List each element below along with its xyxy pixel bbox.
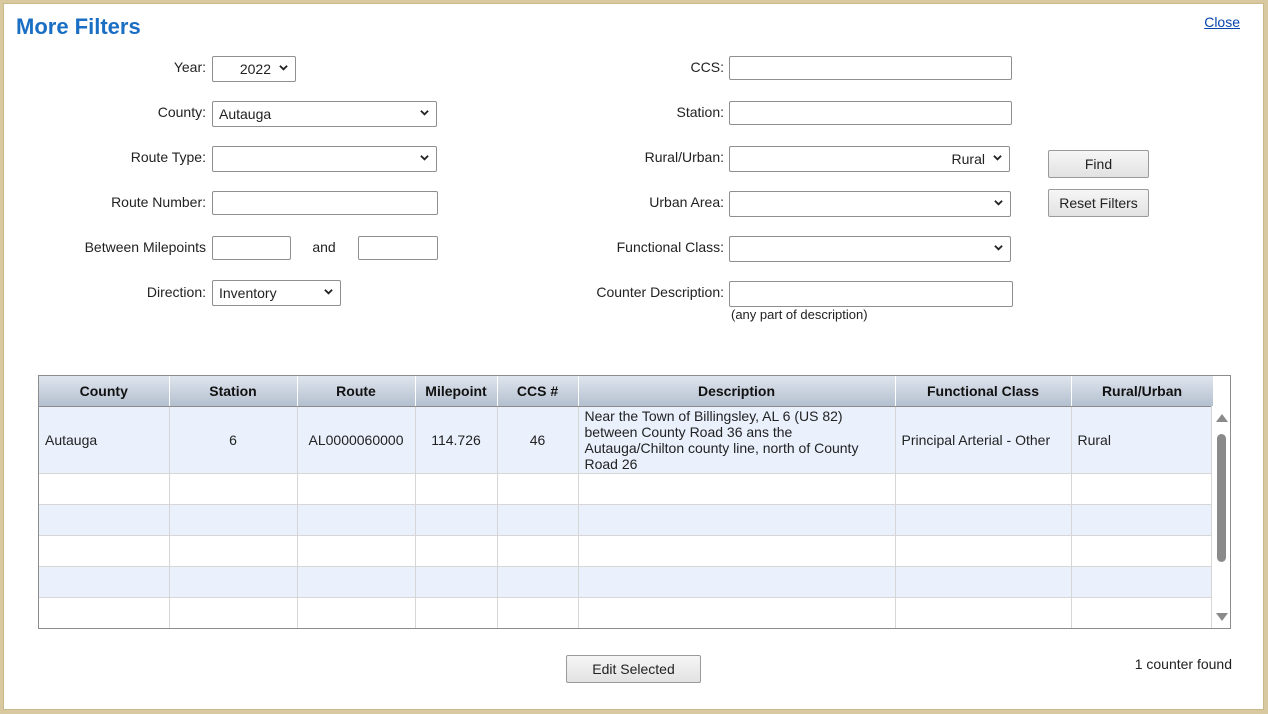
direction-select[interactable]: Inventory bbox=[212, 280, 341, 306]
milepoint-to-input[interactable] bbox=[358, 236, 438, 260]
cell-route: AL0000060000 bbox=[297, 406, 416, 474]
station-input[interactable] bbox=[729, 101, 1012, 125]
table-row[interactable] bbox=[39, 473, 1214, 505]
results-count: 1 counter found bbox=[1134, 656, 1232, 672]
column-header-milepoint[interactable]: Milepoint bbox=[415, 376, 498, 407]
counter-description-label: Counter Description: bbox=[596, 284, 724, 300]
scroll-down-arrow-icon[interactable] bbox=[1216, 613, 1228, 621]
table-row[interactable] bbox=[39, 535, 1214, 567]
edit-selected-button[interactable]: Edit Selected bbox=[566, 655, 701, 683]
route-number-input[interactable] bbox=[212, 191, 438, 215]
station-label: Station: bbox=[676, 104, 724, 120]
year-label: Year: bbox=[173, 59, 206, 75]
cell-station: 6 bbox=[169, 406, 298, 474]
table-row[interactable]: Autauga 6 AL0000060000 114.726 46 Near t… bbox=[39, 406, 1214, 474]
cell-ccs: 46 bbox=[497, 406, 579, 474]
column-header-ccs[interactable]: CCS # bbox=[497, 376, 579, 407]
cell-rural-urban: Rural bbox=[1071, 406, 1214, 474]
cell-description: Near the Town of Billingsley, AL 6 (US 8… bbox=[578, 406, 896, 474]
cell-functional-class: Principal Arterial - Other bbox=[895, 406, 1072, 474]
urban-area-label: Urban Area: bbox=[649, 194, 724, 210]
table-row[interactable] bbox=[39, 597, 1214, 628]
scroll-up-arrow-icon[interactable] bbox=[1216, 414, 1228, 422]
functional-class-select[interactable] bbox=[729, 236, 1011, 262]
milepoint-from-input[interactable] bbox=[212, 236, 291, 260]
dialog-title: More Filters bbox=[16, 14, 141, 39]
chevron-down-icon bbox=[993, 155, 1002, 161]
grid-scrollbar[interactable] bbox=[1211, 406, 1230, 628]
chevron-down-icon bbox=[279, 65, 288, 71]
ccs-label: CCS: bbox=[690, 59, 724, 75]
chevron-down-icon bbox=[994, 245, 1003, 251]
table-header-row: County Station Route Milepoint CCS # Des… bbox=[39, 376, 1214, 407]
rural-urban-select[interactable]: Rural bbox=[729, 146, 1010, 172]
counter-description-hint: (any part of description) bbox=[731, 307, 868, 322]
find-button[interactable]: Find bbox=[1048, 150, 1149, 178]
scrollbar-thumb[interactable] bbox=[1217, 434, 1226, 562]
year-select[interactable]: 2022 bbox=[212, 56, 296, 82]
county-value: Autauga bbox=[219, 106, 272, 122]
route-type-select[interactable] bbox=[212, 146, 437, 172]
chevron-down-icon bbox=[994, 200, 1003, 206]
rural-urban-value: Rural bbox=[951, 151, 985, 167]
table-row[interactable] bbox=[39, 504, 1214, 536]
reset-filters-button[interactable]: Reset Filters bbox=[1048, 189, 1149, 217]
direction-value: Inventory bbox=[219, 285, 277, 301]
urban-area-select[interactable] bbox=[729, 191, 1011, 217]
route-type-label: Route Type: bbox=[130, 149, 206, 165]
and-label: and bbox=[312, 239, 336, 255]
close-link[interactable]: Close bbox=[1204, 14, 1240, 30]
column-header-station[interactable]: Station bbox=[169, 376, 298, 407]
column-header-functional-class[interactable]: Functional Class bbox=[895, 376, 1072, 407]
functional-class-label: Functional Class: bbox=[616, 239, 724, 255]
column-header-description[interactable]: Description bbox=[578, 376, 896, 407]
results-table: County Station Route Milepoint CCS # Des… bbox=[39, 376, 1214, 628]
column-header-county[interactable]: County bbox=[39, 376, 170, 407]
column-header-route[interactable]: Route bbox=[297, 376, 416, 407]
more-filters-dialog: More Filters Close Year: 2022 County: Au… bbox=[3, 3, 1264, 710]
county-label: County: bbox=[157, 104, 206, 120]
counter-description-input[interactable] bbox=[729, 281, 1013, 307]
direction-label: Direction: bbox=[146, 284, 206, 300]
column-header-rural-urban[interactable]: Rural/Urban bbox=[1071, 376, 1214, 407]
ccs-input[interactable] bbox=[729, 56, 1012, 80]
rural-urban-label: Rural/Urban: bbox=[644, 149, 724, 165]
results-grid: County Station Route Milepoint CCS # Des… bbox=[38, 375, 1231, 629]
route-number-label: Route Number: bbox=[111, 194, 206, 210]
chevron-down-icon bbox=[324, 289, 333, 295]
chevron-down-icon bbox=[420, 110, 429, 116]
year-value: 2022 bbox=[239, 61, 271, 77]
table-row[interactable] bbox=[39, 566, 1214, 598]
county-select[interactable]: Autauga bbox=[212, 101, 437, 127]
cell-county: Autauga bbox=[39, 406, 170, 474]
chevron-down-icon bbox=[420, 155, 429, 161]
between-milepoints-label: Between Milepoints bbox=[84, 239, 206, 255]
cell-milepoint: 114.726 bbox=[415, 406, 498, 474]
